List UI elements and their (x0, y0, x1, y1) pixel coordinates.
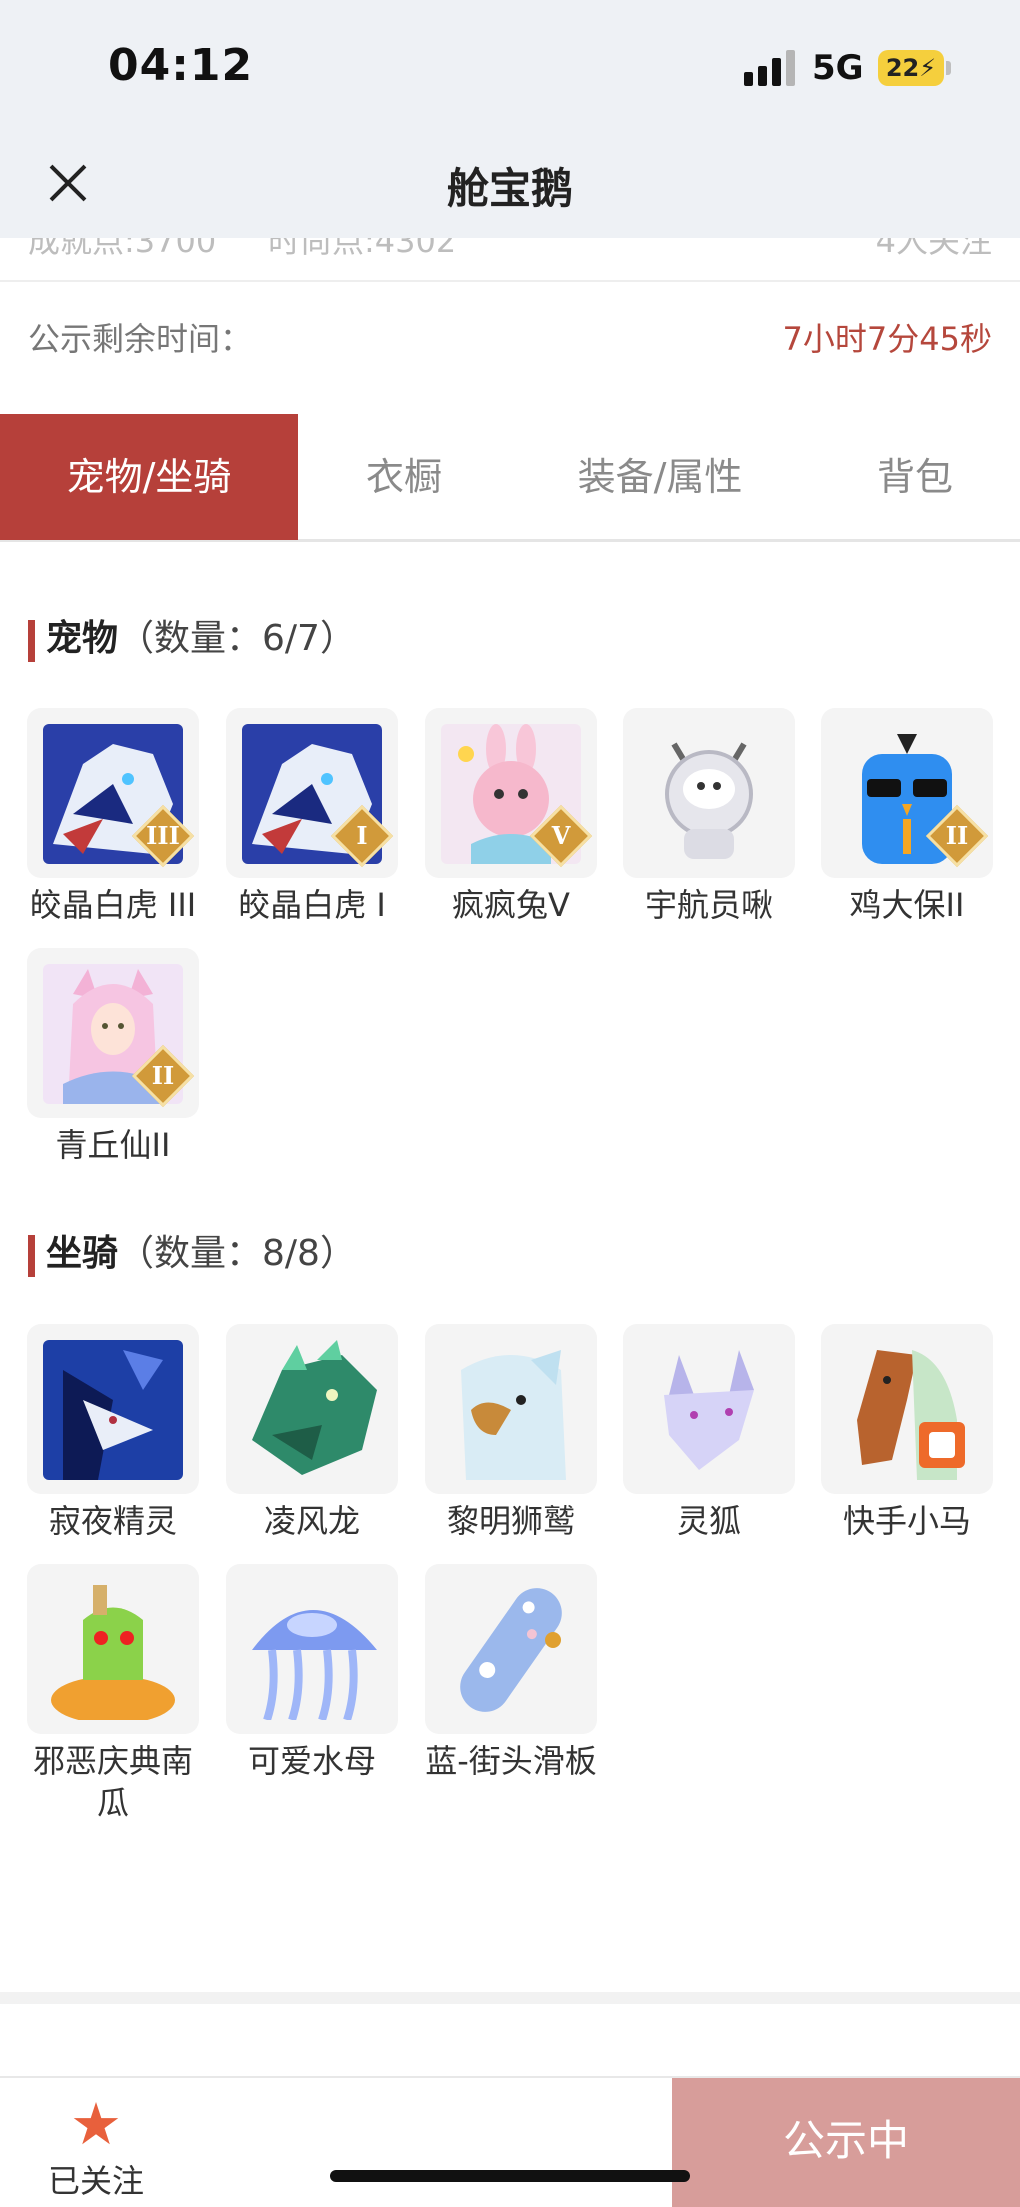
home-indicator (330, 2170, 690, 2182)
horse-icon (837, 1340, 977, 1480)
battery-icon: 22⚡ (878, 50, 944, 86)
pumpkin-icon (43, 1580, 183, 1720)
mount-name: 邪恶庆典南瓜 (32, 1742, 193, 1822)
pet-item[interactable]: II 青丘仙II (27, 948, 199, 1166)
mount-item[interactable]: 寂夜精灵 (27, 1324, 199, 1542)
follow-label: 已关注 (47, 2162, 144, 2200)
mount-name: 灵狐 (676, 1502, 741, 1540)
tab-equipment[interactable]: 装备/属性 (510, 414, 810, 540)
tier-badge: II (151, 1061, 175, 1090)
dragon-icon (242, 1340, 382, 1480)
pet-item[interactable]: 宇航员啾 (623, 708, 795, 926)
mount-name: 快手小马 (842, 1502, 971, 1540)
mount-item[interactable]: 黎明狮鹫 (425, 1324, 597, 1542)
achievement-points: 成就点:3700 (28, 238, 217, 260)
pets-section-title: 宠物（数量：6/7） (28, 616, 356, 662)
pet-name: 宇航员啾 (644, 886, 773, 924)
mount-item[interactable]: 快手小马 (821, 1324, 993, 1542)
pet-item[interactable]: III 皎晶白虎 III (27, 708, 199, 926)
mount-item[interactable]: 邪恶庆典南瓜 (27, 1564, 199, 1824)
status-bar: 04:12 5G 22⚡ (0, 0, 1020, 135)
mount-item[interactable]: 蓝-街头滑板 (425, 1564, 597, 1782)
pet-item[interactable]: V 疯疯兔V (425, 708, 597, 926)
skateboard-icon (441, 1580, 581, 1720)
pet-name: 鸡大保II (849, 886, 965, 924)
mount-item[interactable]: 可爱水母 (226, 1564, 398, 1782)
tab-wardrobe[interactable]: 衣橱 (298, 414, 510, 540)
mounts-section-title: 坐骑（数量：8/8） (28, 1231, 356, 1277)
pet-item[interactable]: II 鸡大保II (821, 708, 993, 926)
mount-name: 可爱水母 (247, 1742, 376, 1780)
star-icon: ★ (70, 2090, 122, 2158)
follower-count: 4人关注 (875, 238, 992, 260)
countdown-row: 公示剩余时间： 7小时7分45秒 (0, 284, 1020, 386)
tab-pets-mounts[interactable]: 宠物/坐骑 (0, 414, 298, 540)
astronaut-icon (639, 724, 779, 864)
network-type: 5G (812, 48, 864, 88)
mount-item[interactable]: 凌风龙 (226, 1324, 398, 1542)
griffin-icon (441, 1340, 581, 1480)
jellyfish-icon (242, 1580, 382, 1720)
countdown-value: 7小时7分45秒 (782, 320, 992, 358)
pets-count: （数量：6/7） (118, 618, 356, 659)
pet-name: 皎晶白虎 I (238, 886, 386, 924)
follow-button[interactable]: ★ 已关注 (36, 2092, 156, 2202)
navbar: 舱宝鹅 (0, 135, 1020, 238)
tier-badge: III (146, 821, 180, 850)
mount-item[interactable]: 灵狐 (623, 1324, 795, 1542)
night-spirit-icon (43, 1340, 183, 1480)
countdown-label: 公示剩余时间： (28, 320, 253, 358)
pet-name: 疯疯兔V (452, 886, 570, 924)
fashion-points: 时尚点:4302 (268, 238, 457, 260)
battery-cap (946, 61, 951, 75)
bottom-bar: ★ 已关注 公示中 (0, 2076, 1020, 2207)
pet-name: 皎晶白虎 III (29, 886, 197, 924)
pet-item[interactable]: I 皎晶白虎 I (226, 708, 398, 926)
section-divider (0, 1992, 1020, 2004)
fox-icon (639, 1340, 779, 1480)
mount-name: 凌风龙 (263, 1502, 360, 1540)
tab-bar: 宠物/坐骑 衣橱 装备/属性 背包 (0, 414, 1020, 542)
top-header: 04:12 5G 22⚡ 舱宝鹅 (0, 0, 1020, 238)
mount-name: 寂夜精灵 (48, 1502, 177, 1540)
page-title: 舱宝鹅 (446, 164, 573, 213)
pet-name: 青丘仙II (55, 1126, 171, 1164)
tier-badge: V (551, 821, 571, 850)
battery-level: 22 (885, 54, 920, 82)
tier-badge: I (356, 821, 368, 850)
tab-bag[interactable]: 背包 (810, 414, 1020, 540)
mounts-title: 坐骑 (46, 1233, 119, 1274)
mount-name: 蓝-街头滑板 (425, 1742, 597, 1780)
signal-icon (744, 50, 796, 86)
tier-badge: II (945, 821, 969, 850)
publicity-status-button[interactable]: 公示中 (672, 2078, 1020, 2207)
mount-name: 黎明狮鹫 (446, 1502, 575, 1540)
pets-title: 宠物 (46, 618, 119, 659)
stats-row-partial: 成就点:3700 时尚点:4302 4人关注 (0, 238, 1020, 282)
mounts-count: （数量：8/8） (118, 1233, 356, 1274)
status-time: 04:12 (108, 40, 254, 91)
